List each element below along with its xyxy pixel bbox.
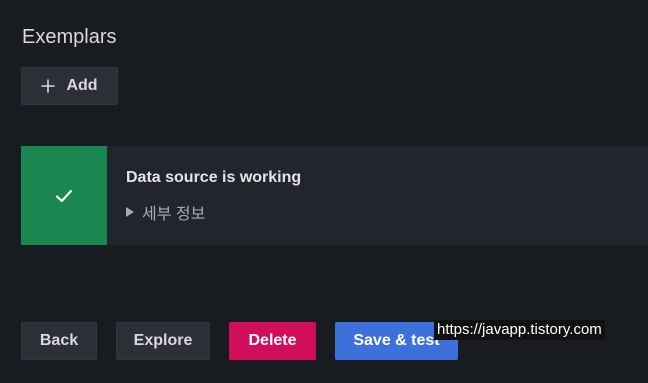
add-button-label: Add (66, 77, 98, 94)
alert-status-box (21, 146, 107, 245)
alert-body: Data source is working 세부 정보 (107, 146, 301, 245)
explore-button[interactable]: Explore (116, 322, 210, 360)
alert-title: Data source is working (126, 169, 302, 186)
alert-details-label: 세부 정보 (142, 206, 206, 223)
check-icon (55, 189, 73, 202)
back-button[interactable]: Back (21, 322, 97, 360)
exemplars-title: Exemplars (22, 26, 117, 48)
watermark-url: https://javapp.tistory.com (434, 320, 605, 340)
delete-button[interactable]: Delete (229, 322, 316, 360)
caret-right-icon (126, 207, 134, 217)
datasource-status-alert: Data source is working 세부 정보 (21, 146, 648, 245)
add-exemplar-button[interactable]: Add (21, 67, 118, 105)
plus-icon (41, 79, 56, 93)
alert-details-toggle[interactable]: 세부 정보 (126, 200, 301, 224)
